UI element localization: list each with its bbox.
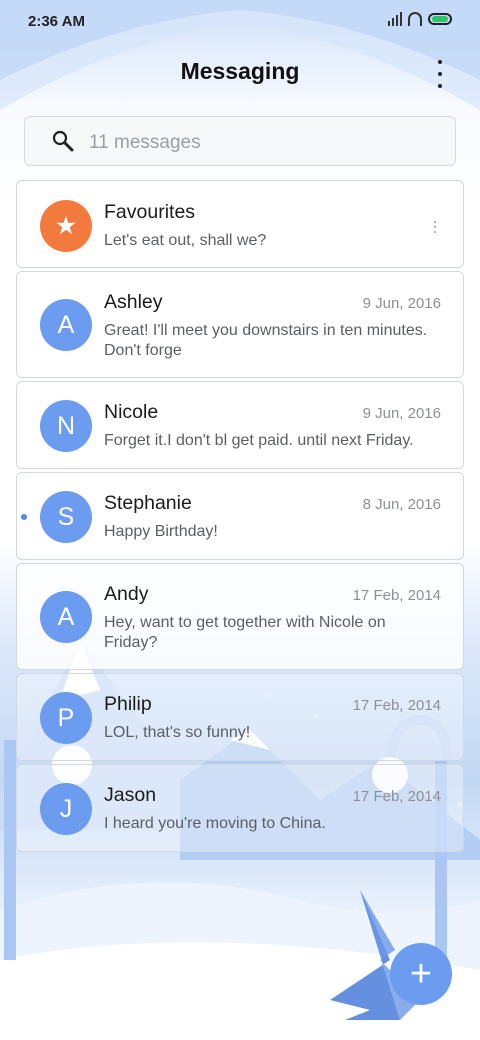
wifi-icon bbox=[408, 12, 422, 26]
search-icon bbox=[52, 130, 74, 152]
avatar: A bbox=[40, 299, 92, 351]
unread-indicator bbox=[21, 514, 27, 520]
conversation-list: ★ Favourites Let's eat out, shall we? A … bbox=[16, 180, 464, 855]
conversation-item[interactable]: P Philip 17 Feb, 2014 LOL, that's so fun… bbox=[16, 673, 464, 761]
page-title: Messaging bbox=[180, 58, 300, 84]
avatar: N bbox=[40, 400, 92, 452]
conversation-snippet: LOL, that's so funny! bbox=[104, 724, 251, 741]
conversation-name: Philip bbox=[104, 693, 152, 715]
new-message-button[interactable]: + bbox=[390, 943, 452, 1005]
conversation-snippet: Let's eat out, shall we? bbox=[104, 232, 267, 249]
signal-icon bbox=[388, 12, 402, 26]
conversation-date: 8 Jun, 2016 bbox=[362, 496, 441, 513]
search-bar[interactable] bbox=[24, 116, 456, 166]
conversation-name: Nicole bbox=[104, 401, 159, 423]
status-icons bbox=[388, 12, 452, 26]
avatar: A bbox=[40, 591, 92, 643]
conversation-item[interactable]: J Jason 17 Feb, 2014 I heard you're movi… bbox=[16, 764, 464, 852]
conversation-name: Favourites bbox=[104, 201, 196, 223]
conversation-name: Stephanie bbox=[104, 492, 192, 514]
conversation-item[interactable]: N Nicole 9 Jun, 2016 Forget it.I don't b… bbox=[16, 381, 464, 469]
conversation-name: Ashley bbox=[104, 291, 163, 313]
conversation-item-favourites[interactable]: ★ Favourites Let's eat out, shall we? bbox=[16, 180, 464, 268]
conversation-snippet: Hey, want to get together with Nicole on… bbox=[104, 614, 386, 651]
battery-icon bbox=[428, 13, 452, 25]
avatar: S bbox=[40, 491, 92, 543]
conversation-snippet: I heard you're moving to China. bbox=[104, 815, 326, 832]
conversation-item[interactable]: S Stephanie 8 Jun, 2016 Happy Birthday! bbox=[16, 472, 464, 560]
item-more-icon[interactable] bbox=[434, 221, 438, 233]
conversation-name: Andy bbox=[104, 583, 149, 605]
conversation-snippet: Great! I'll meet you downstairs in ten m… bbox=[104, 322, 428, 359]
conversation-date: 9 Jun, 2016 bbox=[362, 405, 441, 422]
conversation-date: 9 Jun, 2016 bbox=[362, 295, 441, 312]
app-bar: Messaging bbox=[0, 44, 480, 104]
conversation-date: 17 Feb, 2014 bbox=[352, 697, 441, 714]
conversation-date: 17 Feb, 2014 bbox=[352, 587, 441, 604]
conversation-name: Jason bbox=[104, 784, 157, 806]
avatar: J bbox=[40, 783, 92, 835]
conversation-item[interactable]: A Ashley 9 Jun, 2016 Great! I'll meet yo… bbox=[16, 271, 464, 378]
conversation-item[interactable]: A Andy 17 Feb, 2014 Hey, want to get tog… bbox=[16, 563, 464, 670]
conversation-date: 17 Feb, 2014 bbox=[352, 788, 441, 805]
overflow-menu-icon[interactable] bbox=[428, 60, 452, 88]
status-bar: 2:36 AM bbox=[0, 0, 480, 44]
avatar: P bbox=[40, 692, 92, 744]
conversation-snippet: Happy Birthday! bbox=[104, 523, 218, 540]
status-time: 2:36 AM bbox=[28, 13, 85, 30]
favourites-star-icon: ★ bbox=[40, 200, 92, 252]
conversation-snippet: Forget it.I don't bl get paid. until nex… bbox=[104, 432, 414, 449]
search-input[interactable] bbox=[87, 127, 431, 159]
